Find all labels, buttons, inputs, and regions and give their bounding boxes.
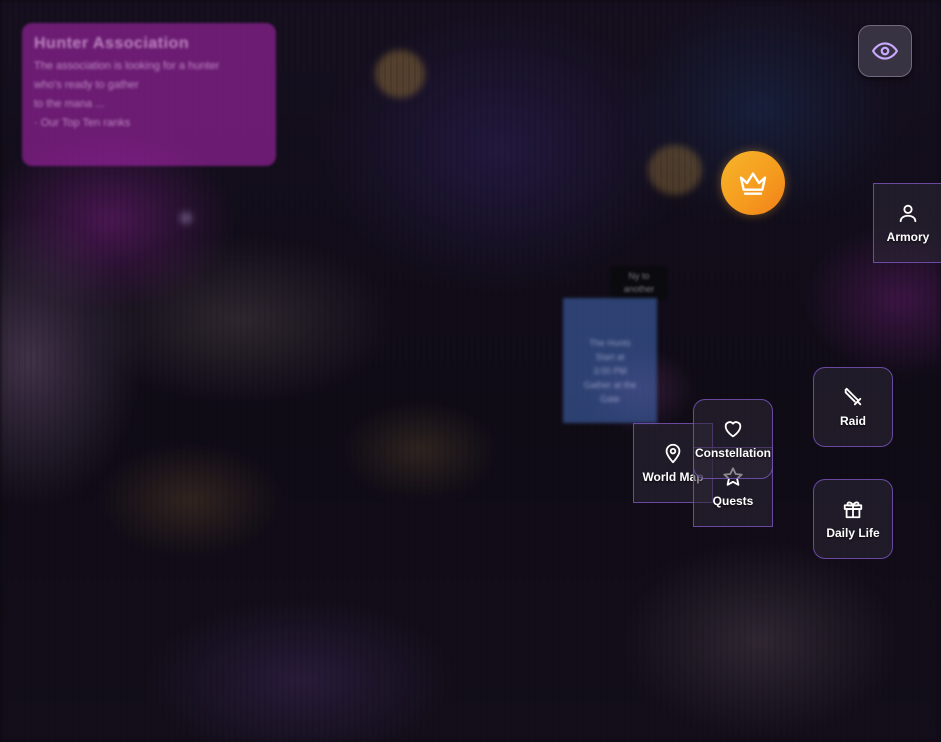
card-line: The association is looking for a hunter [34, 60, 220, 72]
event-notice: The Hunts Start at 3:00 PM Gather at the… [563, 298, 657, 423]
user-icon [897, 202, 919, 224]
notice-line: Gate [600, 394, 620, 404]
card-line: who's ready to gather [34, 79, 139, 91]
heart-icon [722, 418, 744, 440]
hunter-association-card: Hunter Association The association is lo… [22, 23, 276, 166]
notice-line: Gather at the [583, 380, 637, 390]
premium-crown-button[interactable] [721, 151, 785, 215]
map-pin-icon [662, 442, 684, 464]
card-line: to the mana ... [34, 98, 105, 110]
gift-icon [842, 498, 864, 520]
constellation-label: Constellation [694, 446, 771, 460]
armory-button[interactable]: Armory [873, 183, 941, 263]
notice-line: Start at [595, 352, 625, 362]
tooltip-line: Ny to [628, 271, 650, 281]
toggle-visibility-button[interactable] [858, 25, 912, 77]
notice-line: The Hunts [589, 338, 631, 348]
quests-label: Quests [712, 494, 754, 508]
raid-label: Raid [839, 414, 866, 428]
card-line: · Our Top Ten ranks [34, 117, 131, 129]
constellation-button[interactable]: Constellation [693, 399, 773, 479]
crown-icon [739, 172, 767, 195]
eye-icon [872, 42, 898, 60]
daily-life-label: Daily Life [826, 526, 880, 540]
card-title: Hunter Association [34, 35, 190, 52]
raid-button[interactable]: Raid [813, 367, 893, 447]
tooltip-line: another [623, 284, 655, 294]
daily-life-button[interactable]: Daily Life [813, 479, 893, 559]
sword-icon [842, 386, 864, 408]
notice-line: 3:00 PM [593, 366, 627, 376]
armory-label: Armory [886, 230, 930, 244]
tooltip: Ny to another [610, 266, 668, 300]
